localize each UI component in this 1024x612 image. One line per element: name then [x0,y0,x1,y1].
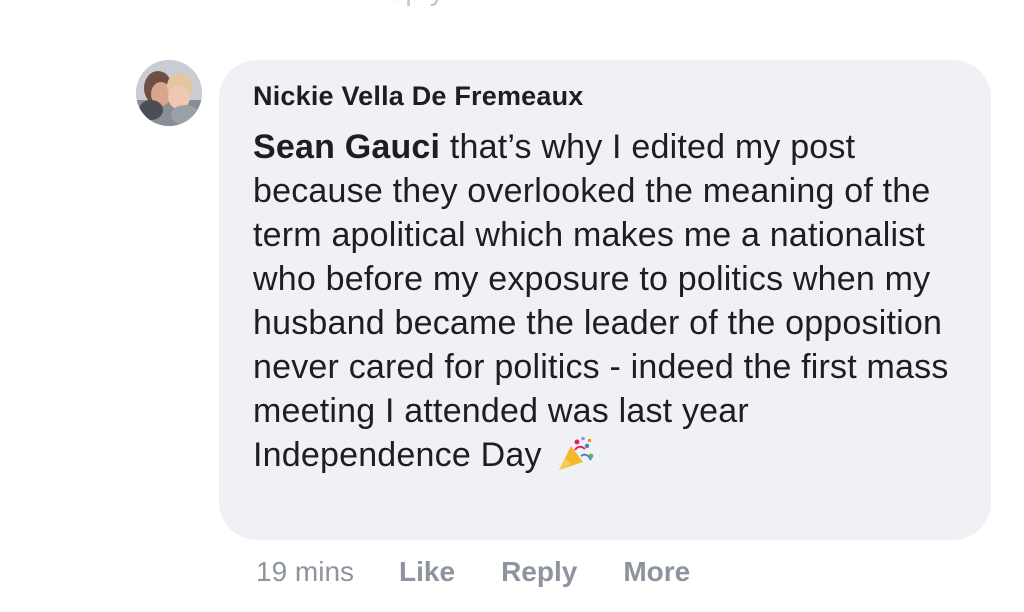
reply-button[interactable]: Reply [501,556,577,588]
comment-meta: 19 mins Like Reply More [256,552,736,592]
party-popper-icon [559,436,594,470]
comment-bubble: Nickie Vella De Fremeaux Sean Gauci that… [219,60,991,540]
comment-author[interactable]: Nickie Vella De Fremeaux [253,79,957,113]
avatar[interactable] [136,60,202,126]
more-button[interactable]: More [623,556,690,588]
comment-text: that’s why I edited my post because they… [253,128,949,474]
avatar-photo-icon [136,60,202,126]
like-button[interactable]: Like [399,556,455,588]
comment-thread: · · · · · · Reply · · · Nickie Vella De … [0,0,1024,612]
comment-timestamp[interactable]: 19 mins [256,556,354,588]
mention-link[interactable]: Sean Gauci [253,128,440,166]
previous-comment-actions: · · · · · · Reply · · · [250,0,503,8]
comment-body: Sean Gauci that’s why I edited my post b… [253,125,957,477]
